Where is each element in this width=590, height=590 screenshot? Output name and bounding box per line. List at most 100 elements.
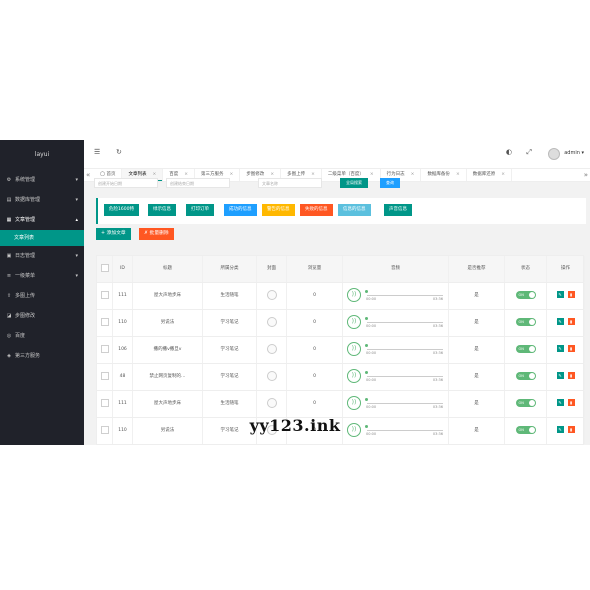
title-search-input[interactable]: 文章名称 [258,178,322,188]
color-button[interactable]: 信息的信息 [338,204,371,216]
select-all-checkbox[interactable] [100,263,109,272]
sidebar-item[interactable]: ◪ 步图修改 [0,306,84,326]
avatar[interactable] [548,148,560,160]
audio-play-icon[interactable]: )) [347,369,361,383]
close-icon[interactable]: × [501,172,505,177]
sidebar-item[interactable]: ⇪ 多图上传 [0,286,84,306]
row-checkbox[interactable] [100,290,109,299]
delete-icon[interactable]: ▮ [567,372,575,379]
color-button[interactable]: 声音信息 [384,204,412,216]
row-checkbox[interactable] [100,317,109,326]
close-icon[interactable]: × [411,172,415,177]
column-header[interactable]: 封面 [257,256,287,282]
cell-id: 110 [113,310,133,336]
menu-toggle-icon[interactable]: ☰ [94,148,100,156]
edit-icon[interactable]: ✎ [556,372,564,379]
row-checkbox[interactable] [100,344,109,353]
audio-progress-track[interactable] [367,403,443,404]
fullscreen-icon[interactable]: ⤢ [526,148,532,157]
color-button[interactable]: 警告的信息 [262,204,295,216]
add-article-button[interactable]: + 添加文章 [96,228,131,240]
close-icon[interactable]: × [184,172,188,177]
sidebar-item-label: 日志管理 [15,253,36,259]
color-button[interactable]: 危险1600特 [104,204,139,216]
row-checkbox[interactable] [100,371,109,380]
user-menu[interactable]: admin ▾ [564,150,584,156]
audio-progress-dot[interactable] [365,371,368,374]
audio-progress-dot[interactable] [365,398,368,401]
close-icon[interactable]: × [270,172,274,177]
close-icon[interactable]: × [311,172,315,177]
audio-play-icon[interactable]: )) [347,342,361,356]
start-date-input[interactable]: 创建开始日期 [94,178,158,188]
status-toggle[interactable]: ON [515,371,536,380]
chevron-down-icon: ▾ [75,273,78,279]
column-header[interactable]: 音频 [343,256,449,282]
sidebar-item[interactable]: ◈ 第三方服务 [0,346,84,366]
theme-icon[interactable]: ◐ [506,148,512,156]
close-icon[interactable]: × [230,172,234,177]
sidebar-item[interactable]: ≡ 一级菜单 ▾ [0,266,84,286]
fulltext-search-button[interactable]: 全局搜索 [340,178,368,188]
column-header[interactable]: 操作 [547,256,585,282]
audio-player: )) 00:00 03:36 [347,314,443,332]
search-button[interactable]: 查询 [380,178,400,188]
audio-progress-track[interactable] [367,295,443,296]
status-toggle[interactable]: ON [515,317,536,326]
status-toggle[interactable]: ON [515,290,536,299]
edit-icon[interactable]: ✎ [556,399,564,406]
audio-progress-track[interactable] [367,322,443,323]
cell-id: 111 [113,283,133,309]
cover-image-icon[interactable] [266,343,277,354]
refresh-icon[interactable]: ↻ [116,148,122,156]
column-header[interactable]: 所属分类 [203,256,257,282]
end-date-input[interactable]: 创建结束日期 [166,178,230,188]
cell-status: ON [505,337,547,363]
close-icon[interactable]: × [456,172,460,177]
tab-label: 行为日志 [386,172,405,177]
column-header[interactable]: 标题 [133,256,203,282]
cell-cover [257,391,287,417]
status-toggle[interactable]: ON [515,344,536,353]
cover-image-icon[interactable] [266,397,277,408]
cover-image-icon[interactable] [266,289,277,300]
color-button[interactable]: 成功的信息 [224,204,257,216]
status-toggle[interactable]: ON [515,398,536,407]
sidebar-item[interactable]: ▦ 文章管理 ▴ [0,210,84,230]
column-header[interactable]: 是否推荐 [449,256,505,282]
audio-progress-track[interactable] [367,376,443,377]
audio-play-icon[interactable]: )) [347,315,361,329]
audio-progress-track[interactable] [367,349,443,350]
close-icon[interactable]: × [152,172,156,177]
tab-label: 数据库还原 [472,172,496,177]
sidebar-item[interactable]: ▤ 数据库管理 ▾ [0,190,84,210]
sidebar-item[interactable]: ▣ 日志管理 ▾ [0,246,84,266]
sidebar-subitem-article-list[interactable]: 文章列表 [0,230,84,246]
cover-image-icon[interactable] [266,316,277,327]
gear-icon: ⚙ [6,177,12,183]
column-header[interactable]: ID [113,256,133,282]
color-button[interactable]: 失败的信息 [300,204,333,216]
audio-play-icon[interactable]: )) [347,288,361,302]
cover-image-icon[interactable] [266,370,277,381]
delete-icon[interactable]: ▮ [567,318,575,325]
edit-icon[interactable]: ✎ [556,318,564,325]
delete-icon[interactable]: ▮ [567,399,575,406]
delete-icon[interactable]: ▮ [567,345,575,352]
close-icon[interactable]: × [370,172,374,177]
column-header[interactable]: 浏览量 [287,256,343,282]
edit-icon[interactable]: ✎ [556,345,564,352]
batch-delete-button[interactable]: ✗ 批量删除 [139,228,174,240]
audio-progress-dot[interactable] [365,344,368,347]
audio-progress-dot[interactable] [365,290,368,293]
column-header[interactable]: 状态 [505,256,547,282]
edit-icon[interactable]: ✎ [556,291,564,298]
color-button[interactable]: 绿示信息 [148,204,176,216]
sidebar-item[interactable]: ⚙ 系统管理 ▾ [0,170,84,190]
audio-play-icon[interactable]: )) [347,396,361,410]
color-button[interactable]: 打印订单 [186,204,214,216]
row-checkbox[interactable] [100,398,109,407]
sidebar-item[interactable]: ◎ 百度 [0,326,84,346]
delete-icon[interactable]: ▮ [567,291,575,298]
audio-progress-dot[interactable] [365,317,368,320]
